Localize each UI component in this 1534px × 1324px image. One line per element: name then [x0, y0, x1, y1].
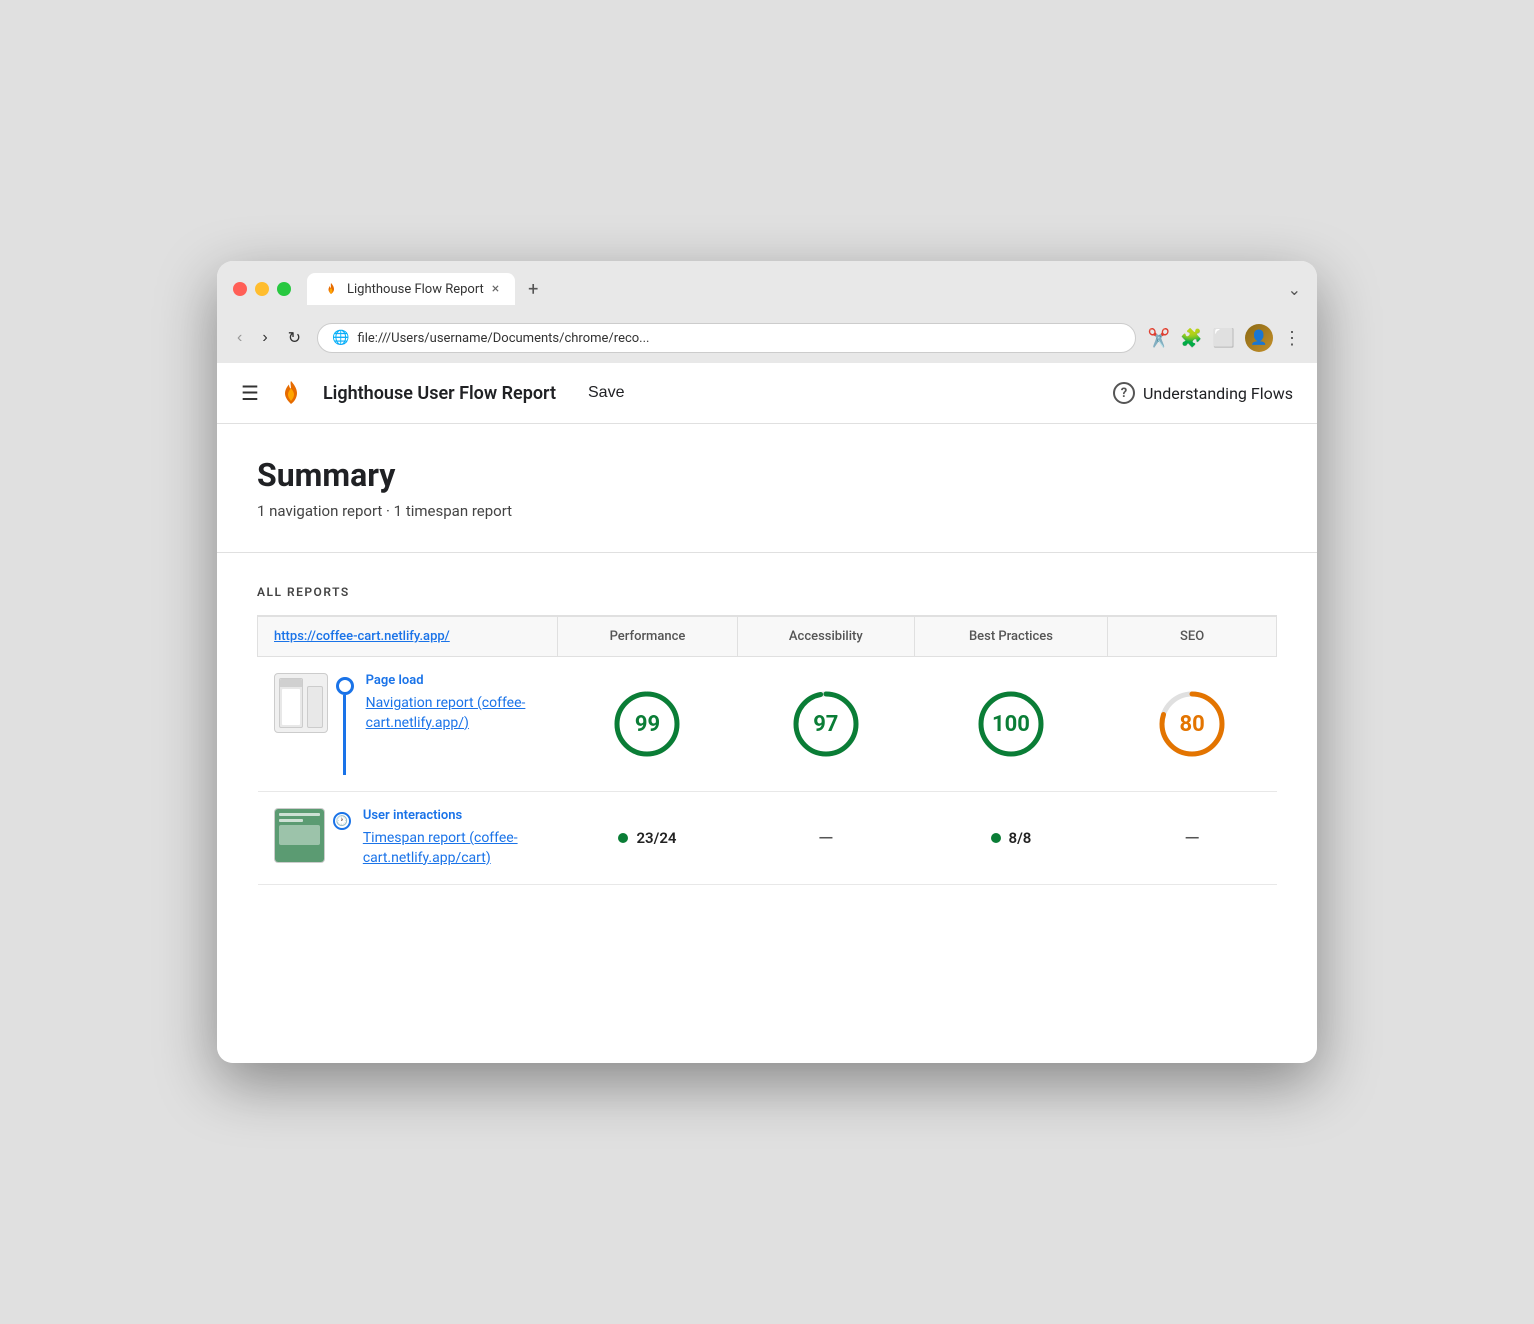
tab-favicon-icon: [323, 281, 339, 297]
app-title: Lighthouse User Flow Report: [323, 383, 556, 404]
url-link[interactable]: https://coffee-cart.netlify.app/: [274, 629, 450, 644]
nav-bestpractices-score: 100: [976, 689, 1046, 759]
globe-icon: 🌐: [332, 330, 349, 346]
timespan-seo-cell: —: [1108, 792, 1277, 885]
tabs-row: Lighthouse Flow Report × + ⌄: [307, 273, 1301, 305]
timespan-timeline-icon: 🕐: [333, 808, 351, 830]
nav-report-link[interactable]: Navigation report (coffee-cart.netlify.a…: [366, 694, 542, 733]
timespan-report-cell: 🕐 User interactions Timespan report (cof…: [258, 792, 558, 885]
reports-table: https://coffee-cart.netlify.app/ Perform…: [257, 616, 1277, 885]
summary-title: Summary: [257, 456, 1277, 494]
traffic-lights: [233, 282, 291, 296]
nav-seo-value: 80: [1179, 712, 1204, 737]
active-tab[interactable]: Lighthouse Flow Report ×: [307, 273, 515, 305]
back-button[interactable]: ‹: [233, 325, 246, 351]
nav-performance-cell: 99: [558, 657, 738, 792]
timespan-accessibility-value: —: [818, 826, 834, 850]
summary-section: Summary 1 navigation report · 1 timespan…: [217, 424, 1317, 552]
address-text: file:///Users/username/Documents/chrome/…: [358, 331, 1121, 346]
toolbar-icons: ✂️ 🧩 ⬜ 👤 ⋮: [1148, 324, 1301, 352]
minimize-traffic-light[interactable]: [255, 282, 269, 296]
timespan-thumbnail: [274, 808, 325, 863]
tab-chevron-icon[interactable]: ⌄: [1288, 280, 1301, 305]
page-content: ☰ Lighthouse User Flow Report Save ? Und…: [217, 363, 1317, 1063]
summary-subtitle: 1 navigation report · 1 timespan report: [257, 502, 1277, 520]
timespan-report-info: User interactions Timespan report (coffe…: [363, 808, 542, 868]
help-icon: ?: [1113, 382, 1135, 404]
timespan-report-link[interactable]: Timespan report (coffee-cart.netlify.app…: [363, 829, 542, 868]
nav-accessibility-cell: 97: [737, 657, 914, 792]
timespan-bestpractices-dot: [991, 833, 1001, 843]
browser-window: Lighthouse Flow Report × + ⌄ ‹ › ↻ 🌐 fil…: [217, 261, 1317, 1063]
pip-icon[interactable]: ⬜: [1213, 328, 1235, 349]
all-reports-label: ALL REPORTS: [257, 585, 1277, 599]
address-bar[interactable]: 🌐 file:///Users/username/Documents/chrom…: [317, 323, 1136, 353]
nav-performance-score: 99: [612, 689, 682, 759]
address-bar-row: ‹ › ↻ 🌐 file:///Users/username/Documents…: [217, 315, 1317, 363]
nav-accessibility-score: 97: [791, 689, 861, 759]
timespan-bestpractices-cell: 8/8: [914, 792, 1108, 885]
nav-type-label: Page load: [366, 673, 542, 688]
timespan-accessibility-cell: —: [737, 792, 914, 885]
puzzle-icon[interactable]: 🧩: [1180, 328, 1202, 349]
user-avatar[interactable]: 👤: [1245, 324, 1273, 352]
scissors-icon[interactable]: ✂️: [1148, 328, 1170, 349]
tab-title: Lighthouse Flow Report: [347, 282, 484, 297]
nav-circle-icon: [336, 677, 354, 695]
app-header: ☰ Lighthouse User Flow Report Save ? Und…: [217, 363, 1317, 424]
title-bar: Lighthouse Flow Report × + ⌄: [217, 261, 1317, 315]
table-row: Page load Navigation report (coffee-cart…: [258, 657, 1277, 792]
table-body: Page load Navigation report (coffee-cart…: [258, 657, 1277, 885]
menu-icon[interactable]: ⋮: [1283, 328, 1301, 349]
new-tab-button[interactable]: +: [519, 275, 547, 303]
hamburger-menu[interactable]: ☰: [241, 381, 259, 405]
nav-report-cell: Page load Navigation report (coffee-cart…: [258, 657, 558, 792]
timespan-bestpractices-value: 8/8: [1009, 829, 1032, 847]
timespan-performance-dot: [618, 833, 628, 843]
understanding-flows-link[interactable]: ? Understanding Flows: [1113, 382, 1293, 404]
timespan-clock-icon: 🕐: [333, 812, 351, 830]
nav-timeline-icon: [336, 673, 354, 775]
nav-report-info: Page load Navigation report (coffee-cart…: [366, 673, 542, 733]
nav-thumbnail: [274, 673, 328, 733]
lighthouse-logo: [275, 377, 307, 409]
save-button[interactable]: Save: [588, 384, 624, 402]
timespan-seo-value: —: [1184, 826, 1200, 850]
understanding-flows-label: Understanding Flows: [1143, 384, 1293, 403]
tab-close-button[interactable]: ×: [492, 281, 499, 297]
timespan-type-label: User interactions: [363, 808, 542, 823]
nav-seo-score: 80: [1157, 689, 1227, 759]
timeline-line: [343, 695, 346, 775]
col-header-best-practices: Best Practices: [914, 617, 1108, 657]
timespan-performance-value: 23/24: [636, 829, 676, 847]
title-bar-top: Lighthouse Flow Report × + ⌄: [233, 273, 1301, 305]
all-reports-section: ALL REPORTS https://coffee-cart.netlify.…: [217, 553, 1317, 917]
nav-bestpractices-cell: 100: [914, 657, 1108, 792]
col-header-seo: SEO: [1108, 617, 1277, 657]
col-header-accessibility: Accessibility: [737, 617, 914, 657]
nav-bestpractices-value: 100: [992, 712, 1030, 737]
nav-seo-cell: 80: [1108, 657, 1277, 792]
maximize-traffic-light[interactable]: [277, 282, 291, 296]
col-header-performance: Performance: [558, 617, 738, 657]
forward-button[interactable]: ›: [258, 325, 271, 351]
timespan-performance-cell: 23/24: [558, 792, 738, 885]
table-header-row: https://coffee-cart.netlify.app/ Perform…: [258, 617, 1277, 657]
close-traffic-light[interactable]: [233, 282, 247, 296]
nav-accessibility-value: 97: [813, 712, 838, 737]
table-row: 🕐 User interactions Timespan report (cof…: [258, 792, 1277, 885]
lighthouse-icon: [275, 377, 307, 409]
refresh-button[interactable]: ↻: [284, 324, 305, 352]
col-header-url: https://coffee-cart.netlify.app/: [258, 617, 558, 657]
nav-performance-value: 99: [635, 712, 660, 737]
